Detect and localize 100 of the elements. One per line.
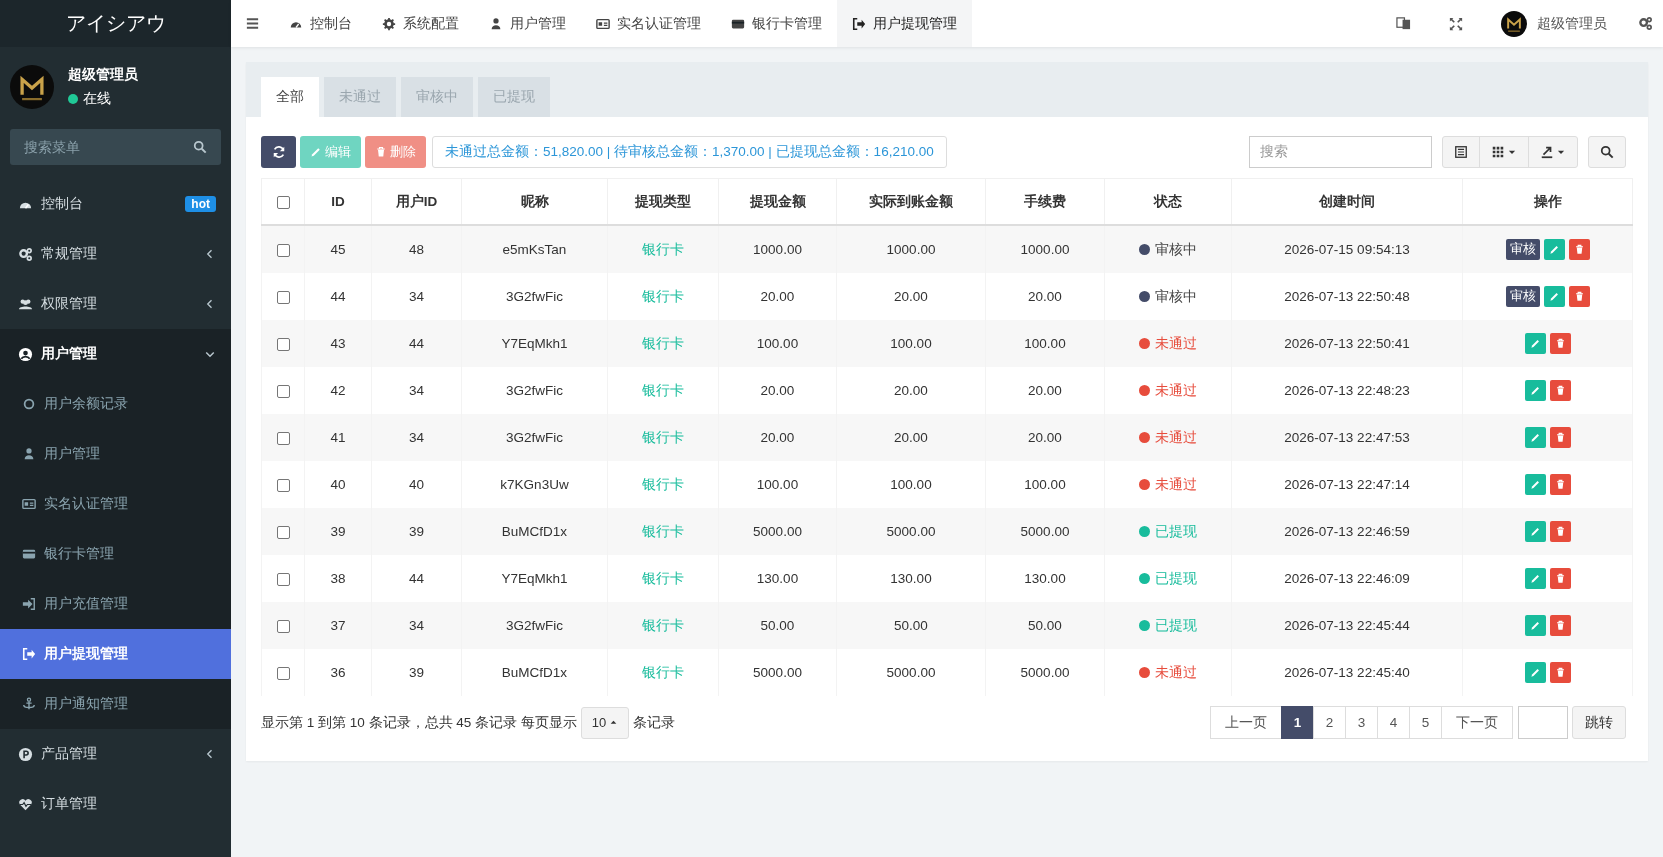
table-cell: 1000.00	[753, 242, 802, 257]
table-cell: 2026-07-13 22:47:14	[1284, 477, 1410, 492]
page-number-field[interactable]	[1518, 706, 1568, 739]
previous-page-button[interactable]: 上一页	[1210, 706, 1282, 739]
circle-icon	[22, 397, 36, 411]
menu-item[interactable]: 常规管理	[0, 229, 231, 279]
table-cell: 20.00	[1028, 289, 1062, 304]
row-checkbox[interactable]	[276, 337, 290, 351]
delete-row-button[interactable]	[1568, 286, 1590, 307]
page-button[interactable]: 3	[1345, 706, 1378, 739]
review-button[interactable]: 审核	[1505, 286, 1540, 307]
submenu-item[interactable]: 用户余额记录	[0, 379, 231, 429]
table-cell: 39	[409, 524, 424, 539]
menu-item[interactable]: 权限管理	[0, 279, 231, 329]
edit-row-button[interactable]	[1524, 615, 1546, 636]
trash-icon	[1554, 385, 1566, 396]
table-cell: 20.00	[760, 289, 795, 304]
table-cell: Y7EqMkh1	[501, 571, 568, 586]
row-checkbox[interactable]	[276, 619, 290, 633]
row-checkbox[interactable]	[276, 243, 290, 257]
credit-card-icon	[22, 547, 36, 561]
status-text: 未通过	[1155, 428, 1197, 447]
nav-tab[interactable]: 银行卡管理	[716, 0, 837, 47]
submenu-item[interactable]: 用户管理	[0, 429, 231, 479]
list-icon	[1454, 144, 1468, 159]
gears-icon	[18, 246, 33, 262]
table-cell: 2026-07-13 22:45:44	[1284, 618, 1410, 633]
delete-row-button[interactable]	[1549, 380, 1571, 401]
table-cell: 3G2fwFic	[506, 618, 563, 633]
withdraw-type: 银行卡	[642, 335, 684, 351]
refresh-button[interactable]	[261, 135, 296, 168]
menu-item[interactable]: 用户管理	[0, 329, 231, 379]
select-all-checkbox[interactable]	[276, 195, 290, 209]
row-checkbox[interactable]	[276, 290, 290, 304]
menu-item[interactable]: 订单管理	[0, 779, 231, 829]
nav-tab[interactable]: 控制台	[274, 0, 367, 47]
jump-button[interactable]: 跳转	[1572, 706, 1626, 739]
edit-row-button[interactable]	[1524, 521, 1546, 542]
filter-tab[interactable]: 全部	[261, 77, 319, 117]
row-checkbox[interactable]	[276, 384, 290, 398]
edit-row-button[interactable]	[1543, 286, 1565, 307]
status-text: 审核中	[1155, 240, 1197, 259]
page-button[interactable]: 5	[1409, 706, 1442, 739]
next-page-button[interactable]: 下一页	[1441, 706, 1513, 739]
table-cell: 5000.00	[886, 665, 936, 680]
edit-row-button[interactable]	[1524, 333, 1546, 354]
table-cell: 100.00	[1024, 336, 1066, 351]
page-button[interactable]: 2	[1313, 706, 1346, 739]
nav-tab[interactable]: 用户提现管理	[837, 0, 972, 47]
table-cell: 130.00	[756, 571, 799, 586]
page-button[interactable]: 1	[1281, 706, 1314, 739]
review-button[interactable]: 审核	[1505, 239, 1540, 260]
table-cell: 20.00	[894, 430, 928, 445]
pencil-icon	[1529, 385, 1541, 396]
sign-out-icon	[852, 16, 866, 31]
row-checkbox[interactable]	[276, 666, 290, 680]
edit-row-button[interactable]	[1524, 662, 1546, 683]
row-checkbox[interactable]	[276, 572, 290, 586]
menu-item[interactable]: 控制台 hot	[0, 179, 231, 229]
settings-icon	[1638, 16, 1653, 31]
table-cell: Y7EqMkh1	[501, 336, 568, 351]
submenu-item[interactable]: 用户通知管理	[0, 679, 231, 729]
status-text: 已提现	[1155, 569, 1197, 588]
search-button[interactable]	[1588, 135, 1626, 168]
edit-row-button[interactable]	[1524, 474, 1546, 495]
submenu-item[interactable]: 实名认证管理	[0, 479, 231, 529]
submenu-item[interactable]: 用户提现管理	[0, 629, 231, 679]
edit-row-button[interactable]	[1543, 239, 1565, 260]
page-button[interactable]: 4	[1377, 706, 1410, 739]
delete-row-button[interactable]	[1549, 474, 1571, 495]
user-menu[interactable]: 超级管理员	[1482, 10, 1626, 37]
delete-row-button[interactable]	[1568, 239, 1590, 260]
search-field[interactable]: 搜索	[1249, 135, 1432, 168]
delete-row-button[interactable]	[1549, 333, 1571, 354]
row-checkbox[interactable]	[276, 525, 290, 539]
submenu-item[interactable]: 用户充值管理	[0, 579, 231, 629]
nav-tab[interactable]: 实名认证管理	[581, 0, 716, 47]
status-text: 在线	[83, 90, 111, 108]
edit-row-button[interactable]	[1524, 427, 1546, 448]
delete-row-button[interactable]	[1549, 568, 1571, 589]
delete-row-button[interactable]	[1549, 662, 1571, 683]
heartbeat-icon	[18, 796, 33, 812]
nav-tab[interactable]: 系统配置	[367, 0, 474, 47]
delete-row-button[interactable]	[1549, 615, 1571, 636]
nav-tab[interactable]: 用户管理	[474, 0, 581, 47]
delete-row-button[interactable]	[1549, 427, 1571, 448]
row-checkbox[interactable]	[276, 431, 290, 445]
delete-row-button[interactable]	[1549, 521, 1571, 542]
edit-row-button[interactable]	[1524, 568, 1546, 589]
trash-icon	[1554, 573, 1566, 584]
edit-row-button[interactable]	[1524, 380, 1546, 401]
menu-item[interactable]: 产品管理	[0, 729, 231, 779]
menu-search-field[interactable]: 搜索菜单	[10, 129, 221, 165]
page-size-dropdown[interactable]: 10	[580, 706, 630, 739]
user-name: 超级管理员	[68, 66, 138, 84]
table-cell: 34	[409, 618, 424, 633]
row-checkbox[interactable]	[276, 478, 290, 492]
submenu-item[interactable]: 银行卡管理	[0, 529, 231, 579]
pencil-icon	[310, 145, 322, 158]
pencil-icon	[1529, 526, 1541, 537]
